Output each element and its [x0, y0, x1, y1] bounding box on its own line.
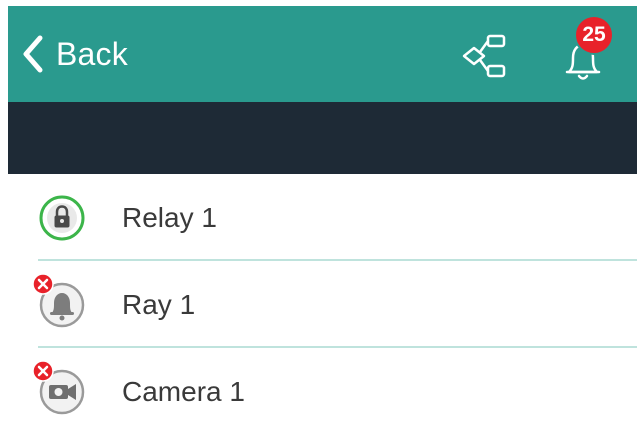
error-icon: [32, 273, 54, 295]
hierarchy-button[interactable]: [458, 30, 510, 82]
back-label: Back: [56, 35, 128, 72]
device-status-icon: [38, 194, 86, 242]
device-list: Relay 1 Ray 1 Camera 1: [0, 174, 637, 432]
top-navigation-bar: Back: [8, 6, 637, 102]
app-frame: Back 25 Relay 1 Ray 1 Camera 1: [0, 0, 637, 432]
sub-header-bar: [8, 102, 637, 174]
bell-icon: [556, 43, 608, 90]
notification-count-badge: 25: [574, 15, 614, 55]
list-item[interactable]: Relay 1: [0, 174, 637, 261]
device-name: Camera 1: [122, 376, 245, 407]
error-icon: [32, 360, 54, 382]
back-button[interactable]: Back: [22, 34, 128, 74]
list-item[interactable]: Ray 1: [0, 261, 637, 348]
list-item[interactable]: Camera 1: [0, 348, 637, 432]
device-status-icon: [32, 360, 86, 416]
device-name: Ray 1: [122, 289, 196, 320]
hierarchy-icon: [458, 34, 510, 86]
device-status-icon: [32, 273, 86, 329]
chevron-left-icon: [22, 35, 44, 73]
lock-icon: [39, 195, 85, 241]
device-name: Relay 1: [122, 202, 217, 233]
